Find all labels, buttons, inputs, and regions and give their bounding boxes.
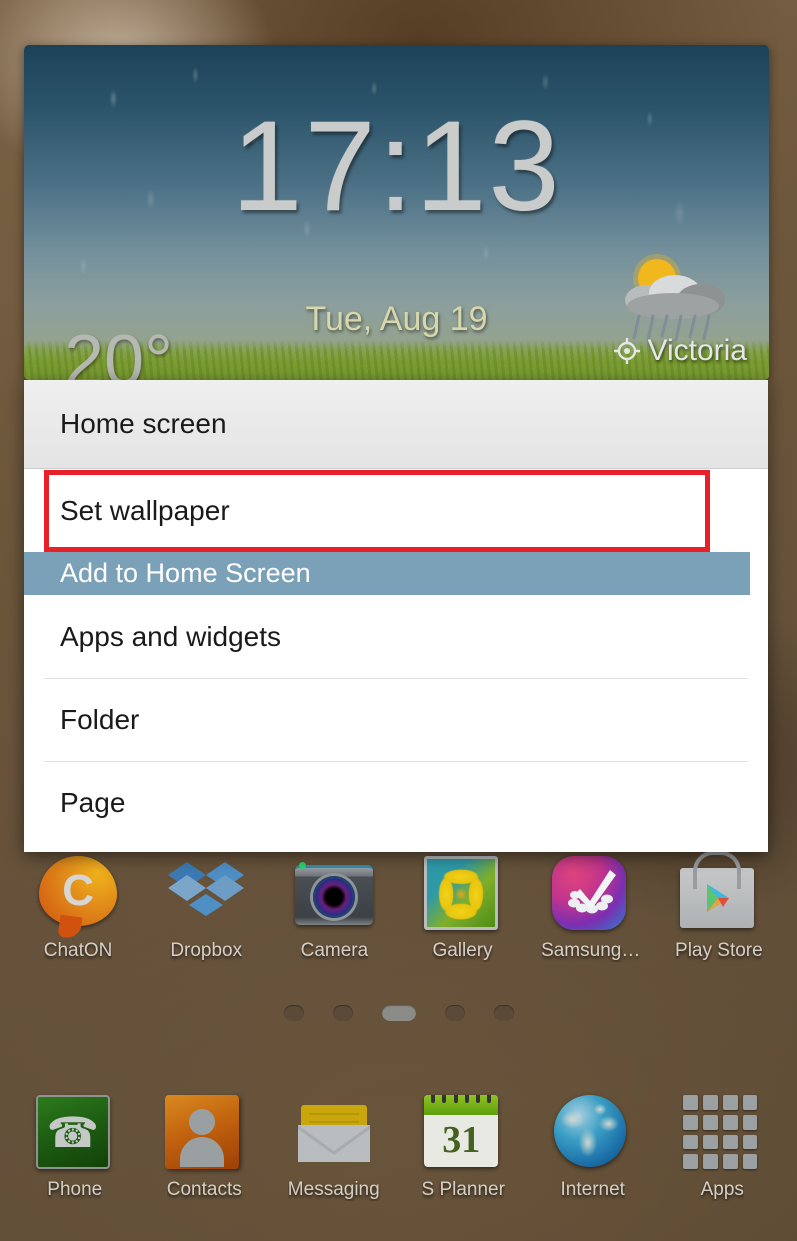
page-dot-3-current[interactable] bbox=[381, 1005, 416, 1021]
sun-behind-rain-cloud-icon bbox=[625, 254, 725, 342]
menu-item-label: Apps and widgets bbox=[60, 620, 282, 652]
dialog-title: Home screen bbox=[60, 408, 227, 439]
app-dropbox[interactable]: Dropbox bbox=[150, 856, 262, 962]
dock-item-phone[interactable]: ☎ Phone bbox=[19, 1095, 131, 1201]
menu-item-label: Set wallpaper bbox=[60, 494, 230, 526]
app-label: Apps bbox=[700, 1179, 744, 1200]
app-label: Samsung… bbox=[541, 940, 641, 961]
phone-icon: ☎ bbox=[35, 1095, 114, 1173]
home-screen-context-menu: Home screen Set wallpaper Add to Home Sc… bbox=[24, 380, 768, 852]
page-dot-5[interactable] bbox=[493, 1005, 514, 1021]
app-label: Gallery bbox=[432, 940, 493, 961]
gallery-icon bbox=[423, 856, 502, 934]
app-label: Dropbox bbox=[170, 940, 243, 961]
app-label: Camera bbox=[300, 940, 369, 961]
app-label: Internet bbox=[560, 1179, 625, 1200]
app-chaton[interactable]: C ChatON bbox=[22, 856, 134, 962]
page-dot-2[interactable] bbox=[332, 1005, 353, 1021]
location-name: Victoria bbox=[647, 334, 748, 367]
contacts-icon bbox=[165, 1095, 243, 1173]
temperature-reading: 20° bbox=[64, 321, 173, 380]
location-indicator: Victoria bbox=[613, 334, 748, 368]
home-app-row: C ChatON Dropbox Camera Gallery Samsung…… bbox=[0, 856, 797, 962]
page-dot-1[interactable] bbox=[283, 1005, 304, 1021]
app-label: Messaging bbox=[287, 1179, 380, 1200]
page-dot-4[interactable] bbox=[444, 1005, 465, 1021]
dock-item-s-planner[interactable]: 31 S Planner bbox=[407, 1095, 519, 1201]
clock-weather-widget[interactable]: 17:13 Tue, Aug 19 20° Victoria bbox=[24, 45, 769, 380]
clock-time: 17:13 bbox=[231, 95, 562, 238]
messaging-envelope-icon bbox=[295, 1095, 373, 1173]
dock-item-contacts[interactable]: Contacts bbox=[148, 1095, 260, 1201]
page-indicator[interactable] bbox=[0, 1005, 797, 1021]
samsung-apps-icon bbox=[551, 856, 630, 934]
app-label: S Planner bbox=[421, 1179, 505, 1200]
home-dock: ☎ Phone Contacts Messaging 31 S Planner … bbox=[0, 1095, 797, 1201]
app-label: Phone bbox=[47, 1179, 103, 1200]
apps-grid-icon bbox=[683, 1095, 761, 1173]
camera-icon bbox=[295, 856, 374, 934]
app-camera[interactable]: Camera bbox=[278, 856, 390, 962]
dock-item-apps[interactable]: Apps bbox=[666, 1095, 778, 1201]
menu-item-add-to-home-screen[interactable]: Add to Home Screen bbox=[24, 552, 750, 595]
globe-icon bbox=[553, 1095, 632, 1173]
dock-item-messaging[interactable]: Messaging bbox=[278, 1095, 390, 1201]
menu-item-label: Add to Home Screen bbox=[60, 558, 311, 588]
app-label: Contacts bbox=[166, 1179, 242, 1200]
calendar-day: 31 bbox=[442, 1119, 481, 1161]
play-store-icon bbox=[679, 856, 758, 934]
app-samsung-apps[interactable]: Samsung… bbox=[535, 856, 647, 962]
dropbox-icon bbox=[167, 856, 245, 934]
menu-item-apps-and-widgets[interactable]: Apps and widgets bbox=[24, 595, 768, 678]
calendar-icon: 31 bbox=[424, 1095, 502, 1173]
app-label: Play Store bbox=[675, 940, 763, 961]
chaton-icon: C bbox=[39, 856, 118, 934]
menu-item-page[interactable]: Page bbox=[44, 761, 748, 844]
app-gallery[interactable]: Gallery bbox=[407, 856, 519, 962]
dock-item-internet[interactable]: Internet bbox=[537, 1095, 649, 1201]
location-compass-icon bbox=[613, 338, 640, 364]
app-play-store[interactable]: Play Store bbox=[663, 856, 775, 962]
app-label: ChatON bbox=[43, 940, 113, 961]
menu-item-label: Page bbox=[60, 787, 126, 818]
menu-item-folder[interactable]: Folder bbox=[44, 678, 748, 761]
menu-item-label: Folder bbox=[60, 704, 140, 735]
dialog-header: Home screen bbox=[24, 380, 768, 469]
menu-item-set-wallpaper[interactable]: Set wallpaper bbox=[24, 469, 768, 552]
